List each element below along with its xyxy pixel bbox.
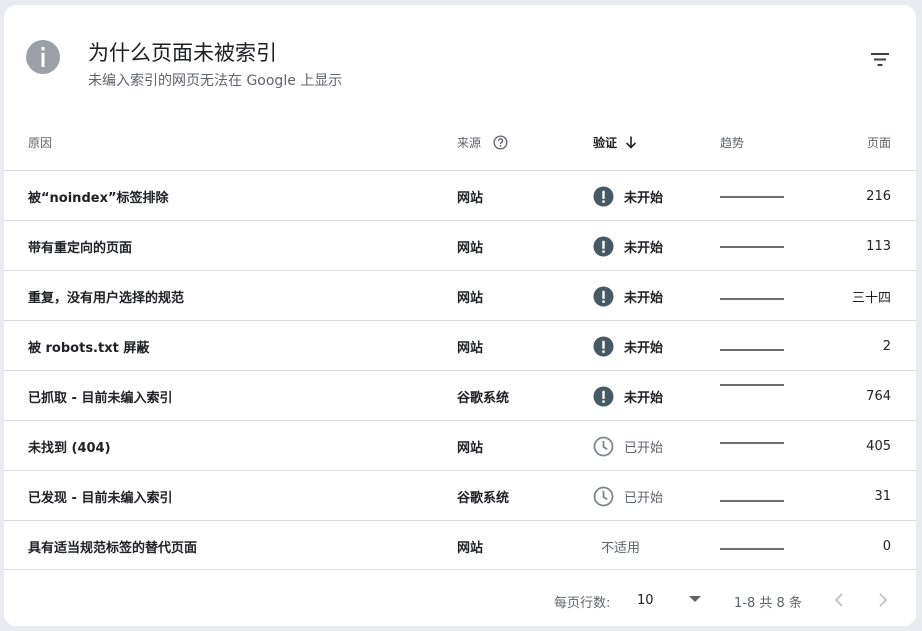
reason-text: 被“noindex”标签排除	[28, 190, 169, 206]
source-text: 网站	[457, 190, 484, 206]
page-count: 113	[866, 238, 891, 254]
arrow-down-icon	[625, 136, 637, 149]
validation-status: 未开始	[593, 271, 663, 321]
filter-icon	[871, 52, 889, 66]
page-count: 2	[882, 338, 891, 354]
trend-sparkline	[720, 371, 786, 421]
reason-text: 已发现 - 目前未编入索引	[28, 490, 173, 506]
reason-text: 未找到 (404)	[28, 440, 111, 456]
validation-status-label: 未开始	[624, 190, 664, 206]
column-header-source[interactable]: 来源	[457, 134, 508, 151]
reason-text: 重复，没有用户选择的规范	[28, 290, 185, 306]
source-text: 谷歌系统	[457, 490, 510, 506]
chevron-left-icon	[834, 593, 843, 607]
trend-sparkline	[720, 321, 786, 371]
validation-status: 已开始	[593, 421, 663, 471]
reason-text: 带有重定向的页面	[28, 240, 133, 256]
page-range-text: 1-8 共 8 条	[734, 596, 802, 611]
alert-icon	[593, 186, 614, 207]
clock-icon	[593, 486, 614, 507]
chevron-right-icon	[879, 593, 888, 607]
source-text: 网站	[457, 290, 484, 306]
column-header-verify[interactable]: 验证	[593, 134, 637, 151]
clock-icon	[593, 436, 614, 457]
source-text: 网站	[457, 540, 484, 556]
page-count: 三十四	[851, 290, 891, 306]
table-row[interactable]: 被“noindex”标签排除 网站 未开始 216	[4, 170, 916, 220]
column-header-pages[interactable]: 页面	[867, 134, 891, 151]
table-row[interactable]: 已抓取 - 目前未编入索引 谷歌系统 未开始 764	[4, 370, 916, 420]
table-row[interactable]: 重复，没有用户选择的规范 网站 未开始 三十四	[4, 270, 916, 320]
validation-status: 已开始	[593, 471, 663, 521]
reason-text: 具有适当规范标签的替代页面	[28, 540, 198, 556]
column-header-reason[interactable]: 原因	[28, 134, 52, 151]
column-header-trend: 趋势	[720, 136, 745, 150]
trend-sparkline	[720, 521, 786, 571]
rows-per-page-value: 10	[637, 592, 654, 608]
source-text: 网站	[457, 340, 484, 356]
info-icon	[26, 40, 60, 74]
reason-text: 被 robots.txt 屏蔽	[28, 340, 150, 356]
column-header-source-label: 来源	[457, 136, 482, 150]
table-row[interactable]: 被 robots.txt 屏蔽 网站 未开始 2	[4, 320, 916, 370]
alert-icon	[593, 386, 614, 407]
source-text: 网站	[457, 440, 484, 456]
validation-status-label: 不适用	[601, 540, 641, 556]
page-count: 216	[866, 188, 891, 204]
trend-sparkline	[720, 471, 786, 521]
page-subtitle: 未编入索引的网页无法在 Google 上显示	[88, 73, 343, 89]
column-header-verify-label: 验证	[593, 136, 618, 150]
page-indexing-card: 为什么页面未被索引 未编入索引的网页无法在 Google 上显示 原因 来源 验…	[4, 5, 916, 626]
validation-status-label: 未开始	[624, 240, 664, 256]
validation-status: 未开始	[593, 371, 663, 421]
previous-page-button[interactable]	[827, 588, 851, 612]
table-row[interactable]: 带有重定向的页面 网站 未开始 113	[4, 220, 916, 270]
next-page-button[interactable]	[871, 588, 895, 612]
dropdown-arrow-icon	[689, 596, 701, 602]
page-count: 764	[866, 388, 891, 404]
validation-status: 未开始	[593, 321, 663, 371]
validation-status-label: 未开始	[624, 390, 664, 406]
alert-icon	[593, 336, 614, 357]
trend-sparkline	[720, 171, 786, 221]
pagination-bar: 每页行数: 10 1-8 共 8 条	[4, 575, 916, 626]
page-count: 31	[874, 488, 891, 504]
trend-sparkline	[720, 221, 786, 271]
alert-icon	[593, 286, 614, 307]
validation-status-label: 未开始	[624, 340, 664, 356]
validation-status-label: 已开始	[624, 490, 664, 506]
validation-status-label: 未开始	[624, 290, 664, 306]
validation-status-label: 已开始	[624, 440, 664, 456]
table-row[interactable]: 具有适当规范标签的替代页面 网站 不适用 0	[4, 520, 916, 570]
validation-status: 不适用	[593, 521, 640, 571]
rows-per-page-select[interactable]: 10	[637, 587, 707, 613]
trend-sparkline	[720, 271, 786, 321]
page-count: 0	[882, 538, 891, 554]
table-row[interactable]: 未找到 (404) 网站 已开始 405	[4, 420, 916, 470]
page-title: 为什么页面未被索引	[88, 41, 277, 65]
page-count: 405	[866, 438, 891, 454]
alert-icon	[593, 236, 614, 257]
validation-status: 未开始	[593, 171, 663, 221]
rows-per-page-label: 每页行数:	[554, 596, 611, 611]
table-row[interactable]: 已发现 - 目前未编入索引 谷歌系统 已开始 31	[4, 470, 916, 520]
validation-status: 未开始	[593, 221, 663, 271]
reasons-table: 被“noindex”标签排除 网站 未开始 216 带有重定向的页面 网站 未开…	[4, 170, 916, 570]
help-icon[interactable]	[493, 135, 508, 150]
source-text: 谷歌系统	[457, 390, 510, 406]
trend-sparkline	[720, 421, 786, 471]
source-text: 网站	[457, 240, 484, 256]
card-header: 为什么页面未被索引 未编入索引的网页无法在 Google 上显示	[4, 5, 916, 123]
filter-button[interactable]	[864, 46, 896, 72]
reason-text: 已抓取 - 目前未编入索引	[28, 390, 173, 406]
